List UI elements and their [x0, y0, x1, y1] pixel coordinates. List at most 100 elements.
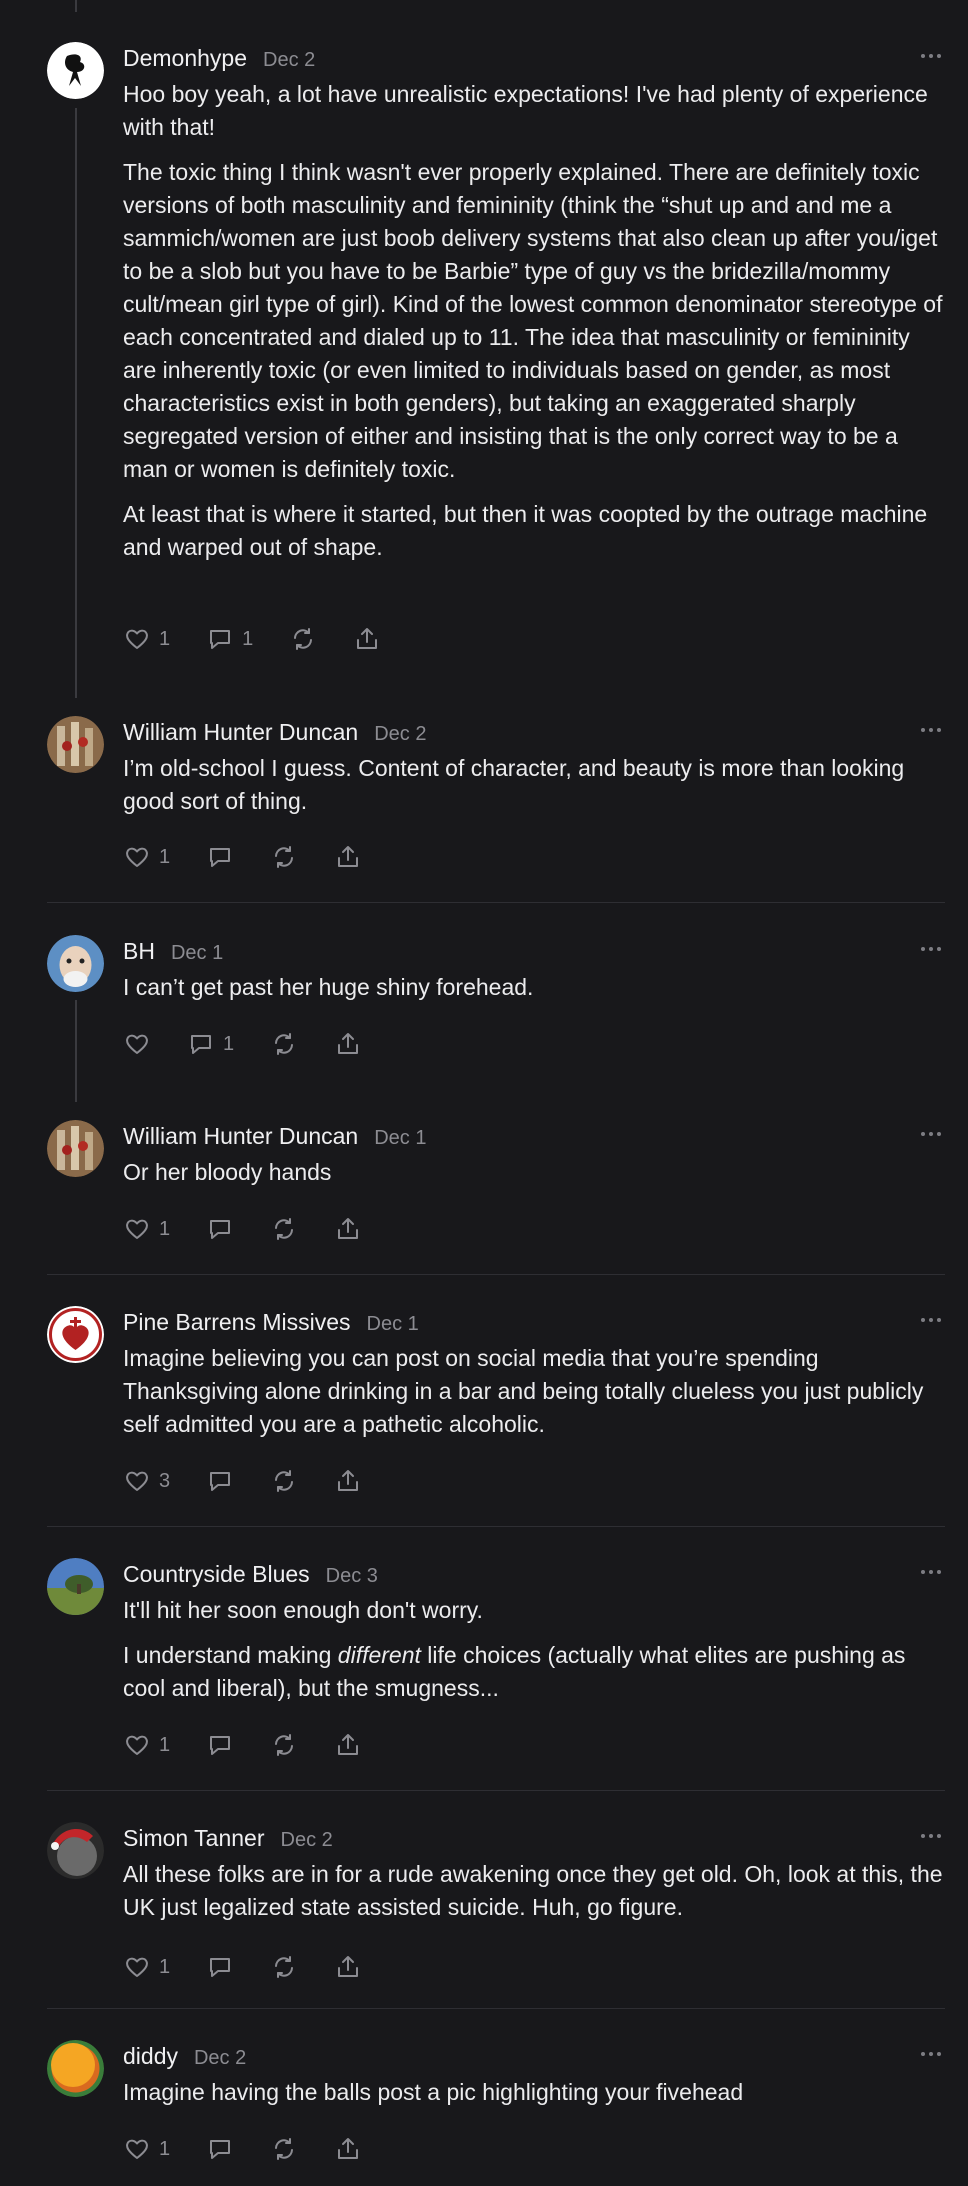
more-options-icon[interactable]: [921, 1830, 945, 1842]
more-options-icon[interactable]: [921, 724, 945, 736]
like-count: 1: [159, 1217, 171, 1240]
share-button[interactable]: [334, 843, 362, 871]
restack-icon: [270, 1467, 298, 1495]
more-options-icon[interactable]: [921, 50, 945, 62]
comment-date[interactable]: Dec 3: [326, 1560, 378, 1592]
share-button[interactable]: [353, 625, 381, 653]
share-icon: [334, 1030, 362, 1058]
comment-bubble-icon: [206, 1467, 234, 1495]
share-button[interactable]: [334, 2135, 362, 2163]
restack-button[interactable]: [270, 1215, 298, 1243]
more-options-icon[interactable]: [921, 1128, 945, 1140]
comment-text: Imagine having the balls post a pic high…: [123, 2079, 744, 2105]
restack-button[interactable]: [270, 2135, 298, 2163]
comment-date[interactable]: Dec 2: [194, 2042, 246, 2074]
comment-date[interactable]: Dec 1: [374, 1122, 426, 1154]
heart-icon: [123, 625, 151, 653]
author-name[interactable]: diddy: [123, 2040, 178, 2072]
comment-bubble-icon: [206, 1731, 234, 1759]
more-options-icon[interactable]: [921, 1314, 945, 1326]
like-count: 3: [159, 1469, 171, 1492]
restack-button[interactable]: [270, 1731, 298, 1759]
restack-button[interactable]: [289, 625, 317, 653]
like-count: 1: [159, 1955, 171, 1978]
restack-button[interactable]: [270, 1467, 298, 1495]
author-name[interactable]: Pine Barrens Missives: [123, 1306, 351, 1338]
reply-button[interactable]: 1: [187, 1030, 234, 1058]
more-options-icon[interactable]: [921, 2048, 945, 2060]
comment-actions: 1: [123, 1730, 398, 1760]
heart-icon: [123, 1467, 151, 1495]
author-name[interactable]: Demonhype: [123, 42, 247, 74]
comment-actions: 1: [123, 842, 398, 872]
avatar[interactable]: [47, 935, 104, 992]
restack-button[interactable]: [270, 1953, 298, 1981]
avatar[interactable]: [47, 1558, 104, 1615]
comment-bubble-icon: [206, 625, 234, 653]
restack-icon: [270, 1731, 298, 1759]
comment: Pine Barrens Missives Dec 1 Imagine belie…: [47, 1306, 945, 1496]
avatar[interactable]: [47, 1120, 104, 1177]
avatar[interactable]: [47, 2040, 104, 2097]
avatar[interactable]: [47, 1306, 104, 1363]
restack-icon: [270, 1030, 298, 1058]
heart-icon: [123, 843, 151, 871]
comment: BH Dec 1 I can’t get past her huge shiny …: [47, 935, 945, 1065]
share-button[interactable]: [334, 1467, 362, 1495]
comment-bubble-icon: [206, 1215, 234, 1243]
author-name[interactable]: BH: [123, 935, 155, 967]
more-options-icon[interactable]: [921, 1566, 945, 1578]
reply-button[interactable]: [206, 1215, 234, 1243]
author-name[interactable]: William Hunter Duncan: [123, 716, 358, 748]
restack-button[interactable]: [270, 843, 298, 871]
like-button[interactable]: 1: [123, 625, 170, 653]
like-button[interactable]: 1: [123, 1953, 170, 1981]
avatar[interactable]: [47, 42, 104, 99]
like-button[interactable]: 1: [123, 1215, 170, 1243]
heart-icon: [123, 1215, 151, 1243]
comment-bubble-icon: [206, 843, 234, 871]
divider: [47, 1274, 945, 1275]
share-button[interactable]: [334, 1953, 362, 1981]
like-button[interactable]: 1: [123, 1731, 170, 1759]
reply-count: 1: [242, 627, 254, 650]
more-options-icon[interactable]: [921, 943, 945, 955]
share-icon: [334, 843, 362, 871]
author-name[interactable]: Countryside Blues: [123, 1558, 310, 1590]
comment-date[interactable]: Dec 2: [374, 718, 426, 750]
reply-button[interactable]: [206, 2135, 234, 2163]
author-name[interactable]: William Hunter Duncan: [123, 1120, 358, 1152]
share-button[interactable]: [334, 1215, 362, 1243]
heart-icon: [123, 2135, 151, 2163]
comment-date[interactable]: Dec 1: [367, 1308, 419, 1340]
like-button[interactable]: 1: [123, 2135, 170, 2163]
reply-button[interactable]: [206, 1953, 234, 1981]
comment-actions: 1: [123, 1029, 398, 1059]
share-button[interactable]: [334, 1731, 362, 1759]
comment-text: Hoo boy yeah, a lot have unrealistic exp…: [123, 81, 928, 140]
share-button[interactable]: [334, 1030, 362, 1058]
restack-icon: [270, 843, 298, 871]
like-button[interactable]: 3: [123, 1467, 170, 1495]
comment-actions: 1: [123, 2134, 398, 2164]
reply-button[interactable]: [206, 1467, 234, 1495]
divider: [47, 2008, 945, 2009]
author-name[interactable]: Simon Tanner: [123, 1822, 265, 1854]
comment-date[interactable]: Dec 2: [263, 44, 315, 76]
like-button[interactable]: [123, 1030, 151, 1058]
like-count: 1: [159, 627, 171, 650]
reply-button[interactable]: [206, 1731, 234, 1759]
avatar[interactable]: [47, 716, 104, 773]
comment: Demonhype Dec 2 Hoo boy yeah, a lot have …: [47, 42, 945, 672]
reply-button[interactable]: 1: [206, 625, 253, 653]
like-button[interactable]: 1: [123, 843, 170, 871]
restack-button[interactable]: [270, 1030, 298, 1058]
comment-text: I’m old-school I guess. Content of chara…: [123, 755, 905, 814]
comment-text: Imagine believing you can post on social…: [123, 1345, 924, 1437]
comment-date[interactable]: Dec 2: [281, 1824, 333, 1856]
comment-date[interactable]: Dec 1: [171, 937, 223, 969]
avatar[interactable]: [47, 1822, 104, 1879]
heart-icon: [123, 1731, 151, 1759]
share-icon: [334, 1731, 362, 1759]
reply-button[interactable]: [206, 843, 234, 871]
